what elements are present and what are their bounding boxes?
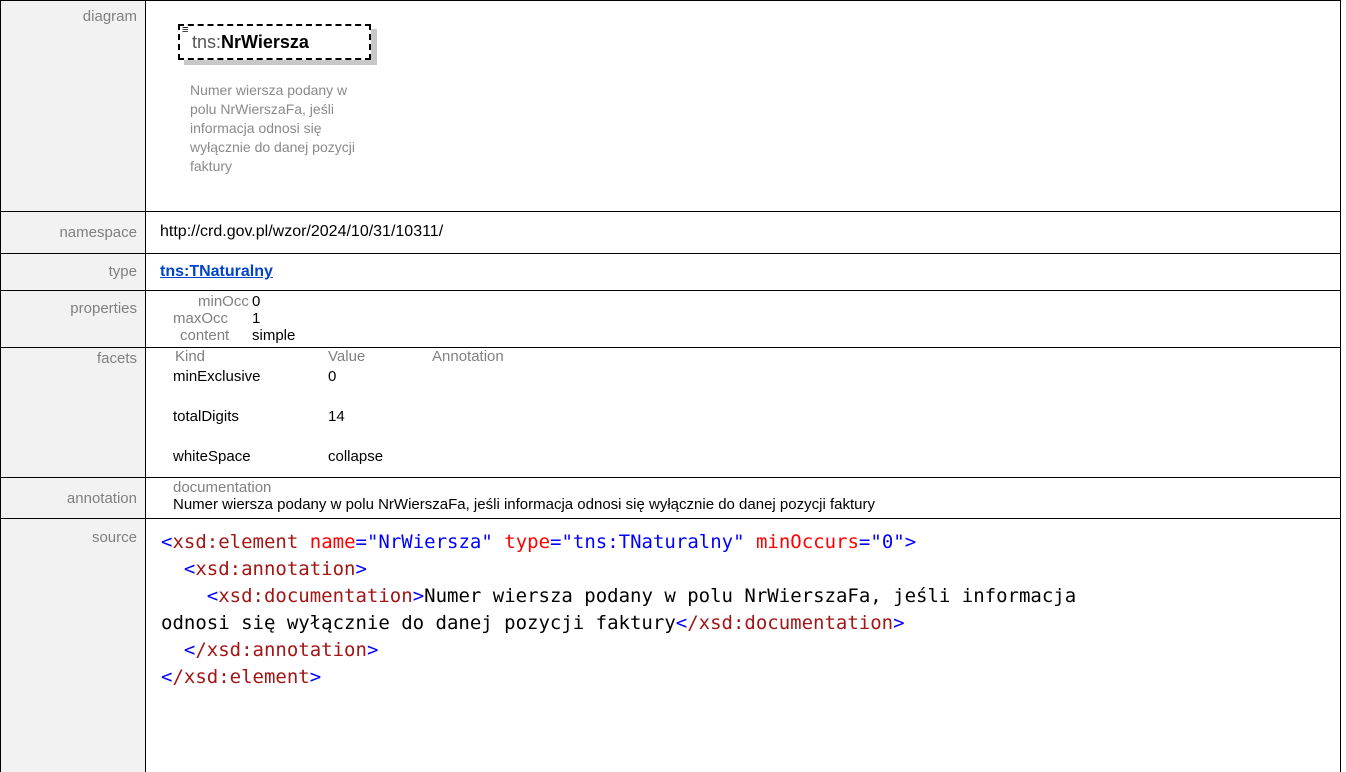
properties-row: properties minOcc 0 maxOcc 1 content sim… <box>0 290 1341 348</box>
property-key: minOcc <box>198 293 249 310</box>
facets-header-value: Value <box>328 348 366 365</box>
facet-kind: totalDigits <box>173 408 239 425</box>
diagram-doc-line: wyłącznie do danej pozycji <box>190 139 355 155</box>
facet-kind: whiteSpace <box>173 448 251 465</box>
annotation-label: annotation <box>0 477 146 519</box>
facets-table: Kind Value Annotation minExclusive 0 tot… <box>146 348 1340 476</box>
facet-value: 14 <box>328 408 345 425</box>
properties-grid: minOcc 0 maxOcc 1 content simple <box>146 291 1340 347</box>
diagram-doc-line: informacja odnosi się <box>190 120 322 136</box>
element-diagram: ≡ tns:NrWiersza Numer wiersza podany w p… <box>160 1 1340 211</box>
property-value: 1 <box>252 310 261 327</box>
element-lines-icon: ≡ <box>182 24 189 36</box>
facet-kind: minExclusive <box>173 368 261 385</box>
diagram-label: diagram <box>0 0 146 212</box>
facet-value: 0 <box>328 368 337 385</box>
diagram-doc-line: polu NrWierszaFa, jeśli <box>190 101 334 117</box>
schema-doc: diagram ≡ tns:NrWiersza Numer wiersza po… <box>0 0 1346 772</box>
namespace-value: http://crd.gov.pl/wzor/2024/10/31/10311/ <box>160 223 444 240</box>
facets-row: facets Kind Value Annotation minExclusiv… <box>0 347 1341 478</box>
namespace-row: namespace http://crd.gov.pl/wzor/2024/10… <box>0 211 1341 254</box>
annotation-block: documentation Numer wiersza podany w pol… <box>173 478 1340 514</box>
element-prefix: tns: <box>192 32 222 52</box>
diagram-doc-line: faktury <box>190 158 233 174</box>
facets-header-annotation: Annotation <box>432 348 504 365</box>
facets-label: facets <box>0 347 146 478</box>
type-link[interactable]: tns:TNaturalny <box>160 263 273 280</box>
namespace-label: namespace <box>0 211 146 254</box>
properties-label: properties <box>0 290 146 348</box>
source-label: source <box>0 518 146 772</box>
property-key: content <box>180 327 230 344</box>
property-value: simple <box>252 327 296 344</box>
facet-value: collapse <box>328 448 384 465</box>
property-key: maxOcc <box>173 310 229 327</box>
source-code: <xsd:element name="NrWiersza" type="tns:… <box>161 531 1077 688</box>
element-name: NrWiersza <box>221 32 309 52</box>
property-value: 0 <box>252 293 261 310</box>
annotation-key: documentation <box>173 479 272 496</box>
diagram-doc-line: Numer wiersza podany w <box>190 82 348 98</box>
diagram-documentation: Numer wiersza podany w polu NrWierszaFa,… <box>190 81 435 176</box>
element-box[interactable]: ≡ tns:NrWiersza <box>178 24 371 60</box>
annotation-row: annotation documentation Numer wiersza p… <box>0 477 1341 519</box>
source-row: source <xsd:element name="NrWiersza" typ… <box>0 518 1341 772</box>
type-label: type <box>0 253 146 291</box>
facets-header-kind: Kind <box>175 348 206 365</box>
diagram-row: diagram ≡ tns:NrWiersza Numer wiersza po… <box>0 0 1341 212</box>
type-row: type tns:TNaturalny <box>0 253 1341 291</box>
element-properties-table: diagram ≡ tns:NrWiersza Numer wiersza po… <box>0 0 1341 772</box>
annotation-text: Numer wiersza podany w polu NrWierszaFa,… <box>173 496 875 513</box>
